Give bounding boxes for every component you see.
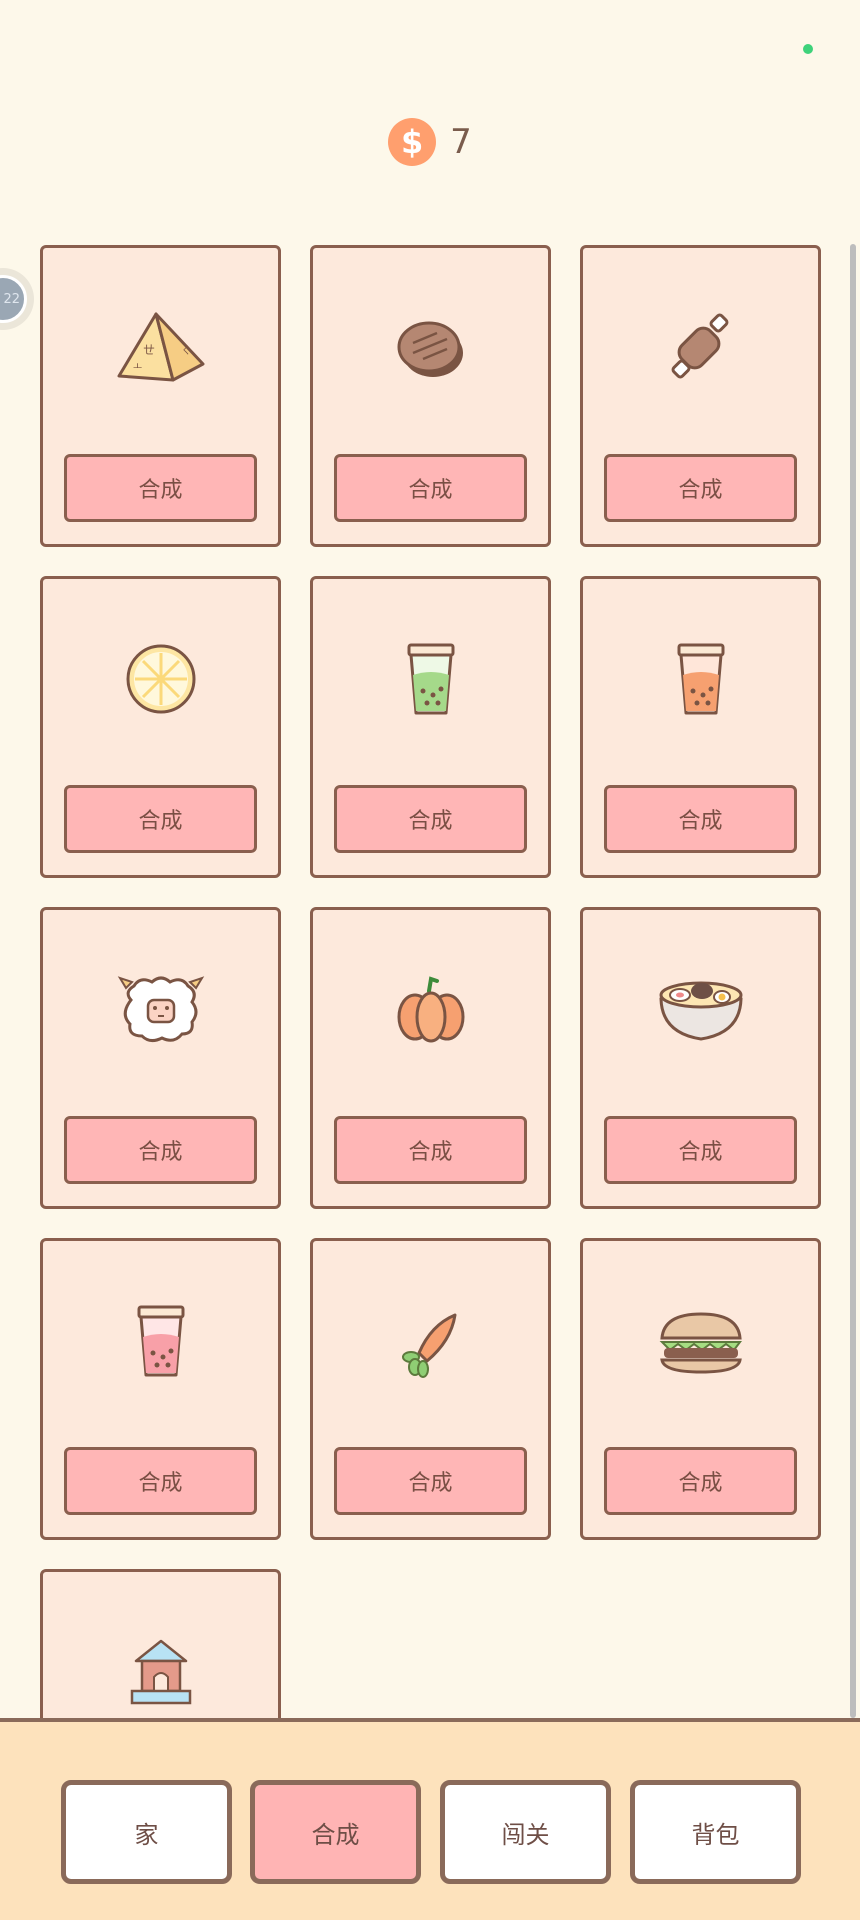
- merge-button[interactable]: 合成: [604, 785, 797, 853]
- merge-card: 合成: [580, 907, 821, 1209]
- merge-card: ㄝ ㄑ ㅗ 合成: [40, 245, 281, 547]
- pumpkin-icon: [381, 960, 481, 1060]
- merge-card: 合成: [310, 1238, 551, 1540]
- meat-bone-icon: [651, 298, 751, 398]
- ramen-bowl-icon: [651, 960, 751, 1060]
- side-badge-label: 22: [0, 275, 27, 323]
- lemon-slice-icon: [111, 629, 211, 729]
- merge-card: 合成: [40, 1238, 281, 1540]
- svg-text:ㄑ: ㄑ: [181, 346, 191, 357]
- svg-text:ㄝ: ㄝ: [143, 343, 155, 357]
- merge-card: 合成: [580, 1238, 821, 1540]
- merge-button[interactable]: 合成: [604, 1116, 797, 1184]
- merge-button[interactable]: 合成: [64, 454, 257, 522]
- nav-backpack-button[interactable]: 背包: [630, 1780, 801, 1884]
- burger-icon: [651, 1291, 751, 1391]
- carrot-icon: [381, 1291, 481, 1391]
- merge-button[interactable]: 合成: [64, 1116, 257, 1184]
- merge-card: 合成: [310, 576, 551, 878]
- merge-button[interactable]: 合成: [64, 785, 257, 853]
- merge-button[interactable]: 合成: [604, 454, 797, 522]
- bottom-nav: 家 合成 闯关 背包: [0, 1718, 860, 1920]
- sheep-icon: [111, 960, 211, 1060]
- steak-icon: [381, 298, 481, 398]
- scrollbar[interactable]: [850, 244, 856, 1718]
- orange-bubble-tea-icon: [651, 629, 751, 729]
- nav-levels-button[interactable]: 闯关: [440, 1780, 611, 1884]
- merge-card: 合成: [310, 245, 551, 547]
- merge-card: 合成: [310, 907, 551, 1209]
- merge-button[interactable]: 合成: [64, 1447, 257, 1515]
- nav-merge-button[interactable]: 合成: [250, 1780, 421, 1884]
- merge-button[interactable]: 合成: [334, 1116, 527, 1184]
- merge-card: 合成: [580, 576, 821, 878]
- merge-button[interactable]: 合成: [334, 454, 527, 522]
- merge-card: 合成: [40, 576, 281, 878]
- merge-button[interactable]: 合成: [334, 785, 527, 853]
- merge-card: 合成: [40, 907, 281, 1209]
- merge-button[interactable]: 合成: [604, 1447, 797, 1515]
- merge-card: 合成: [580, 245, 821, 547]
- merge-button[interactable]: 合成: [334, 1447, 527, 1515]
- merge-grid-scroll[interactable]: ㄝ ㄑ ㅗ 合成 合成 合成 合成 合成 合成 合成 合成 合成 合成 合成 合…: [0, 0, 860, 1718]
- matcha-bubble-tea-icon: [381, 629, 481, 729]
- merge-screen: $ 7 ㄝ ㄑ ㅗ 合成 合成 合成 合成 合成 合成 合成 合成 合成 合成 …: [0, 0, 860, 1920]
- strawberry-bubble-tea-icon: [111, 1291, 211, 1391]
- pyramid-icon: ㄝ ㄑ ㅗ: [111, 298, 211, 398]
- svg-text:ㅗ: ㅗ: [133, 362, 142, 373]
- little-house-icon: [111, 1622, 211, 1718]
- nav-home-button[interactable]: 家: [61, 1780, 232, 1884]
- merge-card: 合成: [40, 1569, 281, 1718]
